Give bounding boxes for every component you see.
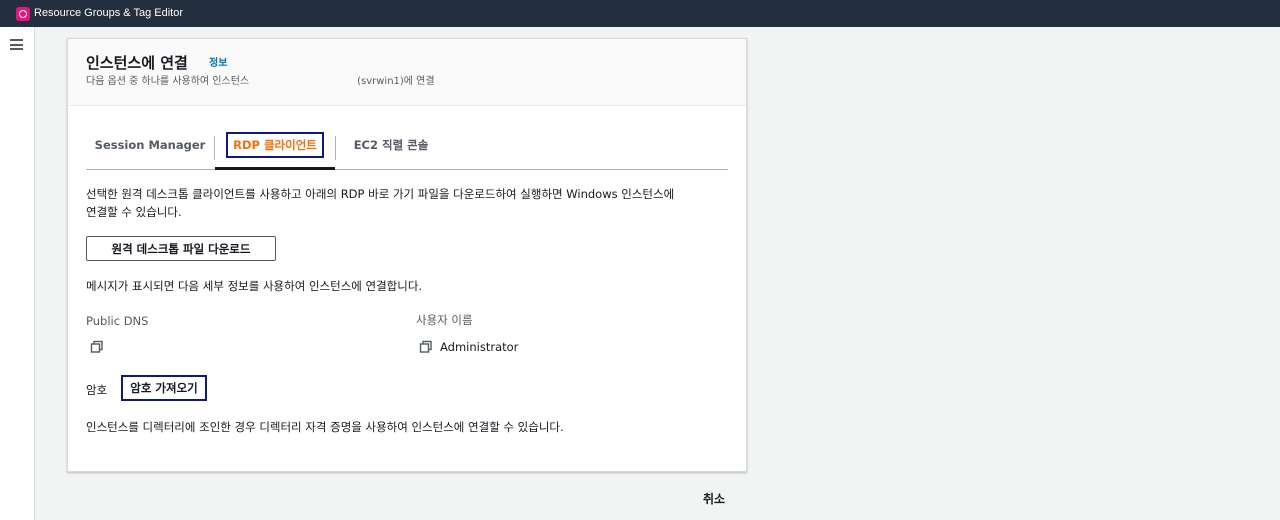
tab-ec2-serial-console[interactable]: EC2 직렬 콘솔 xyxy=(336,121,446,169)
sidebar xyxy=(0,27,35,520)
hamburger-line xyxy=(10,39,23,41)
intro-line: 선택한 원격 데스크톱 클라이언트를 사용하고 아래의 RDP 바로 가기 파일… xyxy=(86,187,675,201)
description-prefix: 다음 옵션 중 하나를 사용하여 인스턴스 xyxy=(86,76,250,87)
public-dns-label: Public DNS xyxy=(86,314,149,328)
copy-username-icon[interactable] xyxy=(419,340,433,354)
copy-public-dns-icon[interactable] xyxy=(90,340,104,354)
resource-groups-icon[interactable] xyxy=(16,7,30,21)
password-label: 암호 xyxy=(86,383,108,397)
tab-rdp-client[interactable]: RDP 클라이언트 xyxy=(215,121,335,170)
page-title: 인스턴스에 연결 xyxy=(86,54,188,72)
connection-tabs: Session Manager RDP 클라이언트 EC2 직렬 콘솔 xyxy=(86,121,728,170)
hamburger-line xyxy=(10,43,23,46)
panel-description: 다음 옵션 중 하나를 사용하여 인스턴스 (svrwin1)에 연결 xyxy=(86,76,435,88)
main-content: 인스턴스에 연결 정보 다음 옵션 중 하나를 사용하여 인스턴스 (svrwin… xyxy=(35,27,1280,520)
connect-instance-panel: 인스턴스에 연결 정보 다음 옵션 중 하나를 사용하여 인스턴스 (svrwin… xyxy=(67,38,747,472)
hamburger-menu-icon[interactable] xyxy=(10,39,23,50)
description-suffix: (svrwin1)에 연결 xyxy=(357,76,435,87)
tab-label: EC2 직렬 콘솔 xyxy=(353,138,429,152)
app-title[interactable]: Resource Groups & Tag Editor xyxy=(34,7,183,20)
hamburger-line xyxy=(10,48,23,50)
tab-label: RDP 클라이언트 xyxy=(226,132,324,158)
download-rdp-file-button[interactable]: 원격 데스크톱 파일 다운로드 xyxy=(86,236,276,261)
intro-line: 연결할 수 있습니다. xyxy=(86,205,182,219)
top-navigation-bar: Resource Groups & Tag Editor xyxy=(0,0,1280,27)
connection-prompt-text: 메시지가 표시되면 다음 세부 정보를 사용하여 인스턴스에 연결합니다. xyxy=(86,279,423,293)
info-link[interactable]: 정보 xyxy=(209,58,227,70)
panel-header: 인스턴스에 연결 정보 다음 옵션 중 하나를 사용하여 인스턴스 (svrwin… xyxy=(68,39,746,106)
tab-session-manager[interactable]: Session Manager xyxy=(86,121,214,169)
rdp-intro-text: 선택한 원격 데스크톱 클라이언트를 사용하고 아래의 RDP 바로 가기 파일… xyxy=(86,185,736,221)
tab-label: Session Manager xyxy=(94,138,206,152)
username-value: Administrator xyxy=(440,340,519,354)
get-password-button[interactable]: 암호 가져오기 xyxy=(121,375,207,401)
username-label: 사용자 이름 xyxy=(416,313,473,327)
directory-credentials-text: 인스턴스를 디렉터리에 조인한 경우 디렉터리 자격 증명을 사용하여 인스턴스… xyxy=(86,420,564,434)
cancel-button[interactable]: 취소 xyxy=(703,490,725,507)
